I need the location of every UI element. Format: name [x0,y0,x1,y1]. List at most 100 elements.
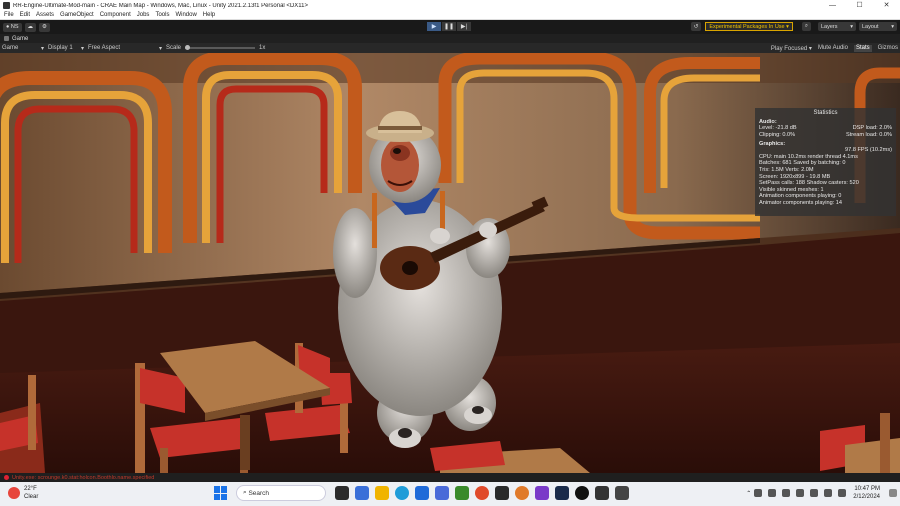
notification-icon[interactable] [889,489,897,497]
collab-button[interactable]: ⚙ [39,22,50,32]
tris-readout: Tris: 1.5M Verts: 2.0M [759,166,814,173]
view-label: Game [2,45,19,51]
window-title: RR-Engine-Ultimate-Mod-main - CRAE Main … [13,2,309,9]
menu-tools[interactable]: Tools [155,12,169,18]
layers-dropdown[interactable]: Layers ▾ [818,22,856,31]
start-button[interactable] [214,486,228,500]
tray-app-icon[interactable] [768,489,777,497]
aspect-dropdown[interactable]: Free Aspect ▾ [88,45,162,52]
scale-slider[interactable] [185,45,256,50]
history-button[interactable]: ↺ [690,22,702,31]
menu-file[interactable]: File [4,12,14,18]
steam-icon[interactable] [555,486,569,500]
weather-condition: Clear [24,494,39,500]
scale-control: Scale 1x [166,45,265,51]
file-explorer-icon[interactable] [375,486,389,500]
game-view-toolbar: Game ▾ Display 1 ▾ Free Aspect ▾ Scale 1x P… [0,43,900,53]
scale-slider-knob[interactable] [185,45,191,50]
play-focused-dropdown[interactable]: Play Focused ▾ [765,45,812,52]
battery-icon[interactable] [838,489,847,497]
menu-jobs[interactable]: Jobs [137,12,150,18]
stream-load: Stream load: 0.0% [845,131,892,138]
weather-widget[interactable]: 22°F Clear [8,485,38,501]
stats-toggle[interactable]: Stats [853,44,872,52]
gear-icon: ⚙ [42,24,47,30]
play-button[interactable]: ▶ [427,22,441,31]
chevron-down-icon: ▾ [158,45,162,52]
chevron-up-icon[interactable]: ⌃ [746,490,751,497]
teams-icon[interactable] [435,486,449,500]
setpass-readout: SetPass calls: 188 Shadow casters: 520 [759,180,859,187]
pause-icon: ❚❚ [443,24,455,30]
weather-temp: 22°F [24,486,37,492]
cloud-icon: ☁ [27,24,34,30]
volume-icon[interactable] [824,489,833,497]
menu-window[interactable]: Window [175,12,196,18]
github-icon[interactable] [495,486,509,500]
mute-audio-toggle[interactable]: Mute Audio [818,45,848,52]
brave-icon[interactable] [475,486,489,500]
taskbar-search[interactable]: ⌕ Search [236,485,326,501]
scale-label: Scale [166,45,182,51]
gizmos-dropdown[interactable]: Gizmos [878,45,898,52]
playmode-controls: ▶ ❚❚ ▶| [427,22,472,31]
cloud-button[interactable]: ☁ [24,22,36,32]
account-label: NS [10,24,19,30]
minecraft-icon[interactable] [455,486,469,500]
search-button[interactable]: ⌕ [801,22,811,31]
play-icon: ▶ [431,24,437,30]
main-toolbar: ● NS ☁ ⚙ ▶ ❚❚ ▶| ↺ Experimental Packages… [0,20,900,34]
experimental-packages-dropdown[interactable]: Experimental Packages In Use ▾ [705,22,793,31]
game-viewport[interactable]: Statistics Audio: Level: -21.8 dB DSP lo… [0,53,900,473]
chevron-down-icon: ▾ [850,23,853,30]
task-view-icon[interactable] [335,486,349,500]
pause-button[interactable]: ❚❚ [442,22,456,31]
unity-editor-icon[interactable] [615,486,629,500]
display-dropdown[interactable]: Display 1 ▾ [48,45,84,52]
dsp-load: DSP load: 2.0% [852,125,892,131]
view-dropdown[interactable]: Game ▾ [2,45,44,52]
batches-readout: Batches: 681 Saved by batching: 0 [759,160,846,167]
error-icon [4,475,9,480]
chevron-down-icon: ▾ [40,45,44,52]
close-button[interactable]: ✕ [873,0,900,11]
step-button[interactable]: ▶| [457,22,471,31]
audio-clipping: Clipping: 0.0% [759,131,796,138]
tab-game-label: Game [12,35,29,42]
fps-readout: 97.8 FPS (10.2ms) [845,147,892,154]
unity-hub-icon[interactable] [595,486,609,500]
history-icon: ↺ [693,23,699,30]
tray-app-icon[interactable] [754,489,763,497]
menu-component[interactable]: Component [100,12,131,18]
tab-bar: Game [0,34,900,43]
menu-assets[interactable]: Assets [36,12,54,18]
obs-icon[interactable] [575,486,589,500]
tray-app-icon[interactable] [782,489,791,497]
menu-bar: File Edit Assets GameObject Component Jo… [0,11,900,20]
layout-dropdown[interactable]: Layout ▾ [859,22,897,31]
weather-icon [8,487,20,499]
menu-help[interactable]: Help [203,12,215,18]
taskbar-clock[interactable]: 10:47 PM 2/12/2024 [853,485,880,501]
wifi-icon[interactable] [810,489,819,497]
widgets-icon[interactable] [355,486,369,500]
system-tray: ⌃ 10:47 PM 2/12/2024 [746,485,900,501]
maximize-button[interactable]: ☐ [846,0,873,11]
tab-game[interactable]: Game [0,36,28,42]
experimental-packages-label: Experimental Packages In Use [709,23,785,30]
account-button[interactable]: ● NS [3,22,22,32]
menu-edit[interactable]: Edit [20,12,30,18]
windows-taskbar: 22°F Clear ⌕ Search ⌃ 10:47 PM 2/12/2024 [0,482,900,506]
console-status-bar[interactable]: Unity.exe: scrounge.k0.stat:holcon.Booth… [0,473,900,482]
store-icon[interactable] [415,486,429,500]
taskbar-apps: ⌕ Search [214,485,632,501]
visual-studio-icon[interactable] [535,486,549,500]
menu-gameobject[interactable]: GameObject [60,12,94,18]
skinned-readout: Visible skinned meshes: 1 [759,186,824,193]
step-icon: ▶| [460,24,468,30]
blender-icon[interactable] [515,486,529,500]
minimize-button[interactable]: — [819,0,846,11]
edge-icon[interactable] [395,486,409,500]
layout-label: Layout [862,23,879,30]
tray-app-icon[interactable] [796,489,805,497]
